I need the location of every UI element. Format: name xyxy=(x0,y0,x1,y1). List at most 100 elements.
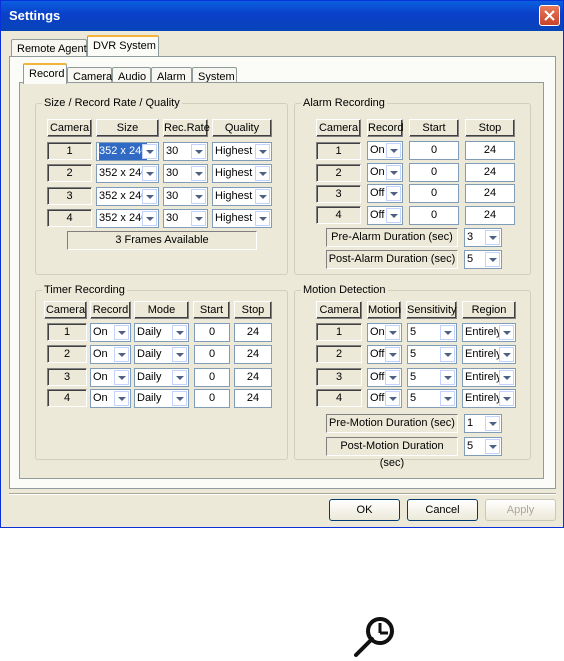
sensitivity-select[interactable]: 5 xyxy=(407,323,457,342)
motion-select[interactable]: Off xyxy=(367,368,402,387)
timer-mode-select[interactable]: Daily xyxy=(134,323,189,342)
chevron-down-icon xyxy=(114,325,129,340)
rec-rate-select[interactable]: 30 xyxy=(163,187,208,206)
timer-mode-select[interactable]: Daily xyxy=(134,368,189,387)
camera-number: 2 xyxy=(47,345,87,363)
timer-start-input[interactable]: 0 xyxy=(194,389,230,408)
col-header-camera: Camera xyxy=(316,301,362,319)
region-select[interactable]: Entirely xyxy=(462,345,516,364)
timer-record-select[interactable]: On xyxy=(90,323,131,342)
rec-rate-select[interactable]: 30 xyxy=(163,209,208,228)
timer-record-select[interactable]: On xyxy=(90,368,131,387)
sensitivity-select[interactable]: 5 xyxy=(407,368,457,387)
select-value: Highest xyxy=(215,190,253,202)
chevron-down-icon xyxy=(142,144,157,159)
chevron-down-icon xyxy=(191,144,206,159)
select-value: 1 xyxy=(467,417,474,429)
chevron-down-icon xyxy=(114,347,129,362)
sensitivity-select[interactable]: 5 xyxy=(407,389,457,408)
region-select[interactable]: Entirely xyxy=(462,368,516,387)
motion-select[interactable]: On xyxy=(367,323,402,342)
timer-mode-select[interactable]: Daily xyxy=(134,345,189,364)
quality-select[interactable]: Highest xyxy=(212,164,272,183)
post-alarm-duration-select[interactable]: 5 xyxy=(464,250,502,269)
motion-select[interactable]: Off xyxy=(367,389,402,408)
alarm-stop-input[interactable]: 24 xyxy=(465,206,515,225)
quality-select[interactable]: Highest xyxy=(212,187,272,206)
pre-alarm-duration-select[interactable]: 3 xyxy=(464,228,502,247)
select-value: Off xyxy=(370,371,385,383)
select-value: Daily xyxy=(137,371,162,383)
chevron-down-icon xyxy=(440,391,455,406)
tab-record[interactable]: Record xyxy=(23,63,67,84)
region-select[interactable]: Entirely xyxy=(462,389,516,408)
tab-label: Remote Agent xyxy=(17,43,87,55)
timer-start-input[interactable]: 0 xyxy=(194,345,230,364)
camera-number: 2 xyxy=(316,345,362,363)
pre-motion-duration-select[interactable]: 1 xyxy=(464,414,502,433)
close-button[interactable] xyxy=(539,5,560,26)
chevron-down-icon xyxy=(499,391,514,406)
quality-select[interactable]: Highest xyxy=(212,142,272,161)
timer-stop-input[interactable]: 24 xyxy=(234,345,272,364)
alarm-record-select[interactable]: On xyxy=(367,141,403,160)
camera-number: 3 xyxy=(47,187,92,205)
select-value: 352 x 240 xyxy=(99,167,148,179)
timer-mode-select[interactable]: Daily xyxy=(134,389,189,408)
camera-number: 4 xyxy=(47,389,87,407)
select-value: Entirely xyxy=(465,392,502,404)
alarm-start-input[interactable]: 0 xyxy=(409,206,459,225)
alarm-stop-input[interactable]: 24 xyxy=(465,141,515,160)
alarm-record-select[interactable]: On xyxy=(367,163,403,182)
size-select[interactable]: 352 x 240 xyxy=(96,187,159,206)
alarm-start-input[interactable]: 0 xyxy=(409,163,459,182)
tab-dvr-system[interactable]: DVR System xyxy=(87,35,159,56)
settings-window: Settings Remote Agent DVR System Record … xyxy=(0,0,564,528)
post-motion-duration-select[interactable]: 5 xyxy=(464,437,502,456)
rec-rate-select[interactable]: 30 xyxy=(163,142,208,161)
chevron-down-icon xyxy=(114,370,129,385)
alarm-stop-input[interactable]: 24 xyxy=(465,184,515,203)
camera-number: 2 xyxy=(47,164,92,182)
chevron-down-icon xyxy=(440,325,455,340)
cancel-button[interactable]: Cancel xyxy=(407,499,478,521)
alarm-start-input[interactable]: 0 xyxy=(409,141,459,160)
chevron-down-icon xyxy=(255,166,270,181)
chevron-down-icon xyxy=(172,370,187,385)
size-select[interactable]: 352 x 240 xyxy=(96,209,159,228)
chevron-down-icon xyxy=(385,370,400,385)
quality-select[interactable]: Highest xyxy=(212,209,272,228)
alarm-stop-input[interactable]: 24 xyxy=(465,163,515,182)
rec-rate-select[interactable]: 30 xyxy=(163,164,208,183)
timer-start-input[interactable]: 0 xyxy=(194,323,230,342)
alarm-start-input[interactable]: 0 xyxy=(409,184,459,203)
size-select[interactable]: 352 x 240 xyxy=(96,164,159,183)
sensitivity-select[interactable]: 5 xyxy=(407,345,457,364)
chevron-down-icon xyxy=(499,325,514,340)
timer-stop-input[interactable]: 24 xyxy=(234,389,272,408)
alarm-record-select[interactable]: Off xyxy=(367,184,403,203)
timer-record-select[interactable]: On xyxy=(90,345,131,364)
select-value: Off xyxy=(370,348,385,360)
col-header-record: Record xyxy=(367,119,403,137)
timer-record-select[interactable]: On xyxy=(90,389,131,408)
tab-label: Record xyxy=(29,68,65,80)
motion-select[interactable]: Off xyxy=(367,345,402,364)
timer-stop-input[interactable]: 24 xyxy=(234,368,272,387)
close-icon xyxy=(544,10,555,21)
select-value: On xyxy=(93,392,108,404)
size-select[interactable]: 352 x 240 xyxy=(96,142,159,161)
frames-available-status: 3 Frames Available xyxy=(67,231,257,250)
timer-stop-input[interactable]: 24 xyxy=(234,323,272,342)
apply-button[interactable]: Apply xyxy=(485,499,556,521)
window-title: Settings xyxy=(9,8,61,23)
select-value: Entirely xyxy=(465,348,502,360)
select-value: Highest xyxy=(215,212,253,224)
timer-start-input[interactable]: 0 xyxy=(194,368,230,387)
alarm-record-select[interactable]: Off xyxy=(367,206,403,225)
title-bar[interactable]: Settings xyxy=(1,1,563,31)
ok-button[interactable]: OK xyxy=(329,499,400,521)
select-value: 30 xyxy=(166,190,179,202)
camera-number: 4 xyxy=(316,206,361,224)
region-select[interactable]: Entirely xyxy=(462,323,516,342)
